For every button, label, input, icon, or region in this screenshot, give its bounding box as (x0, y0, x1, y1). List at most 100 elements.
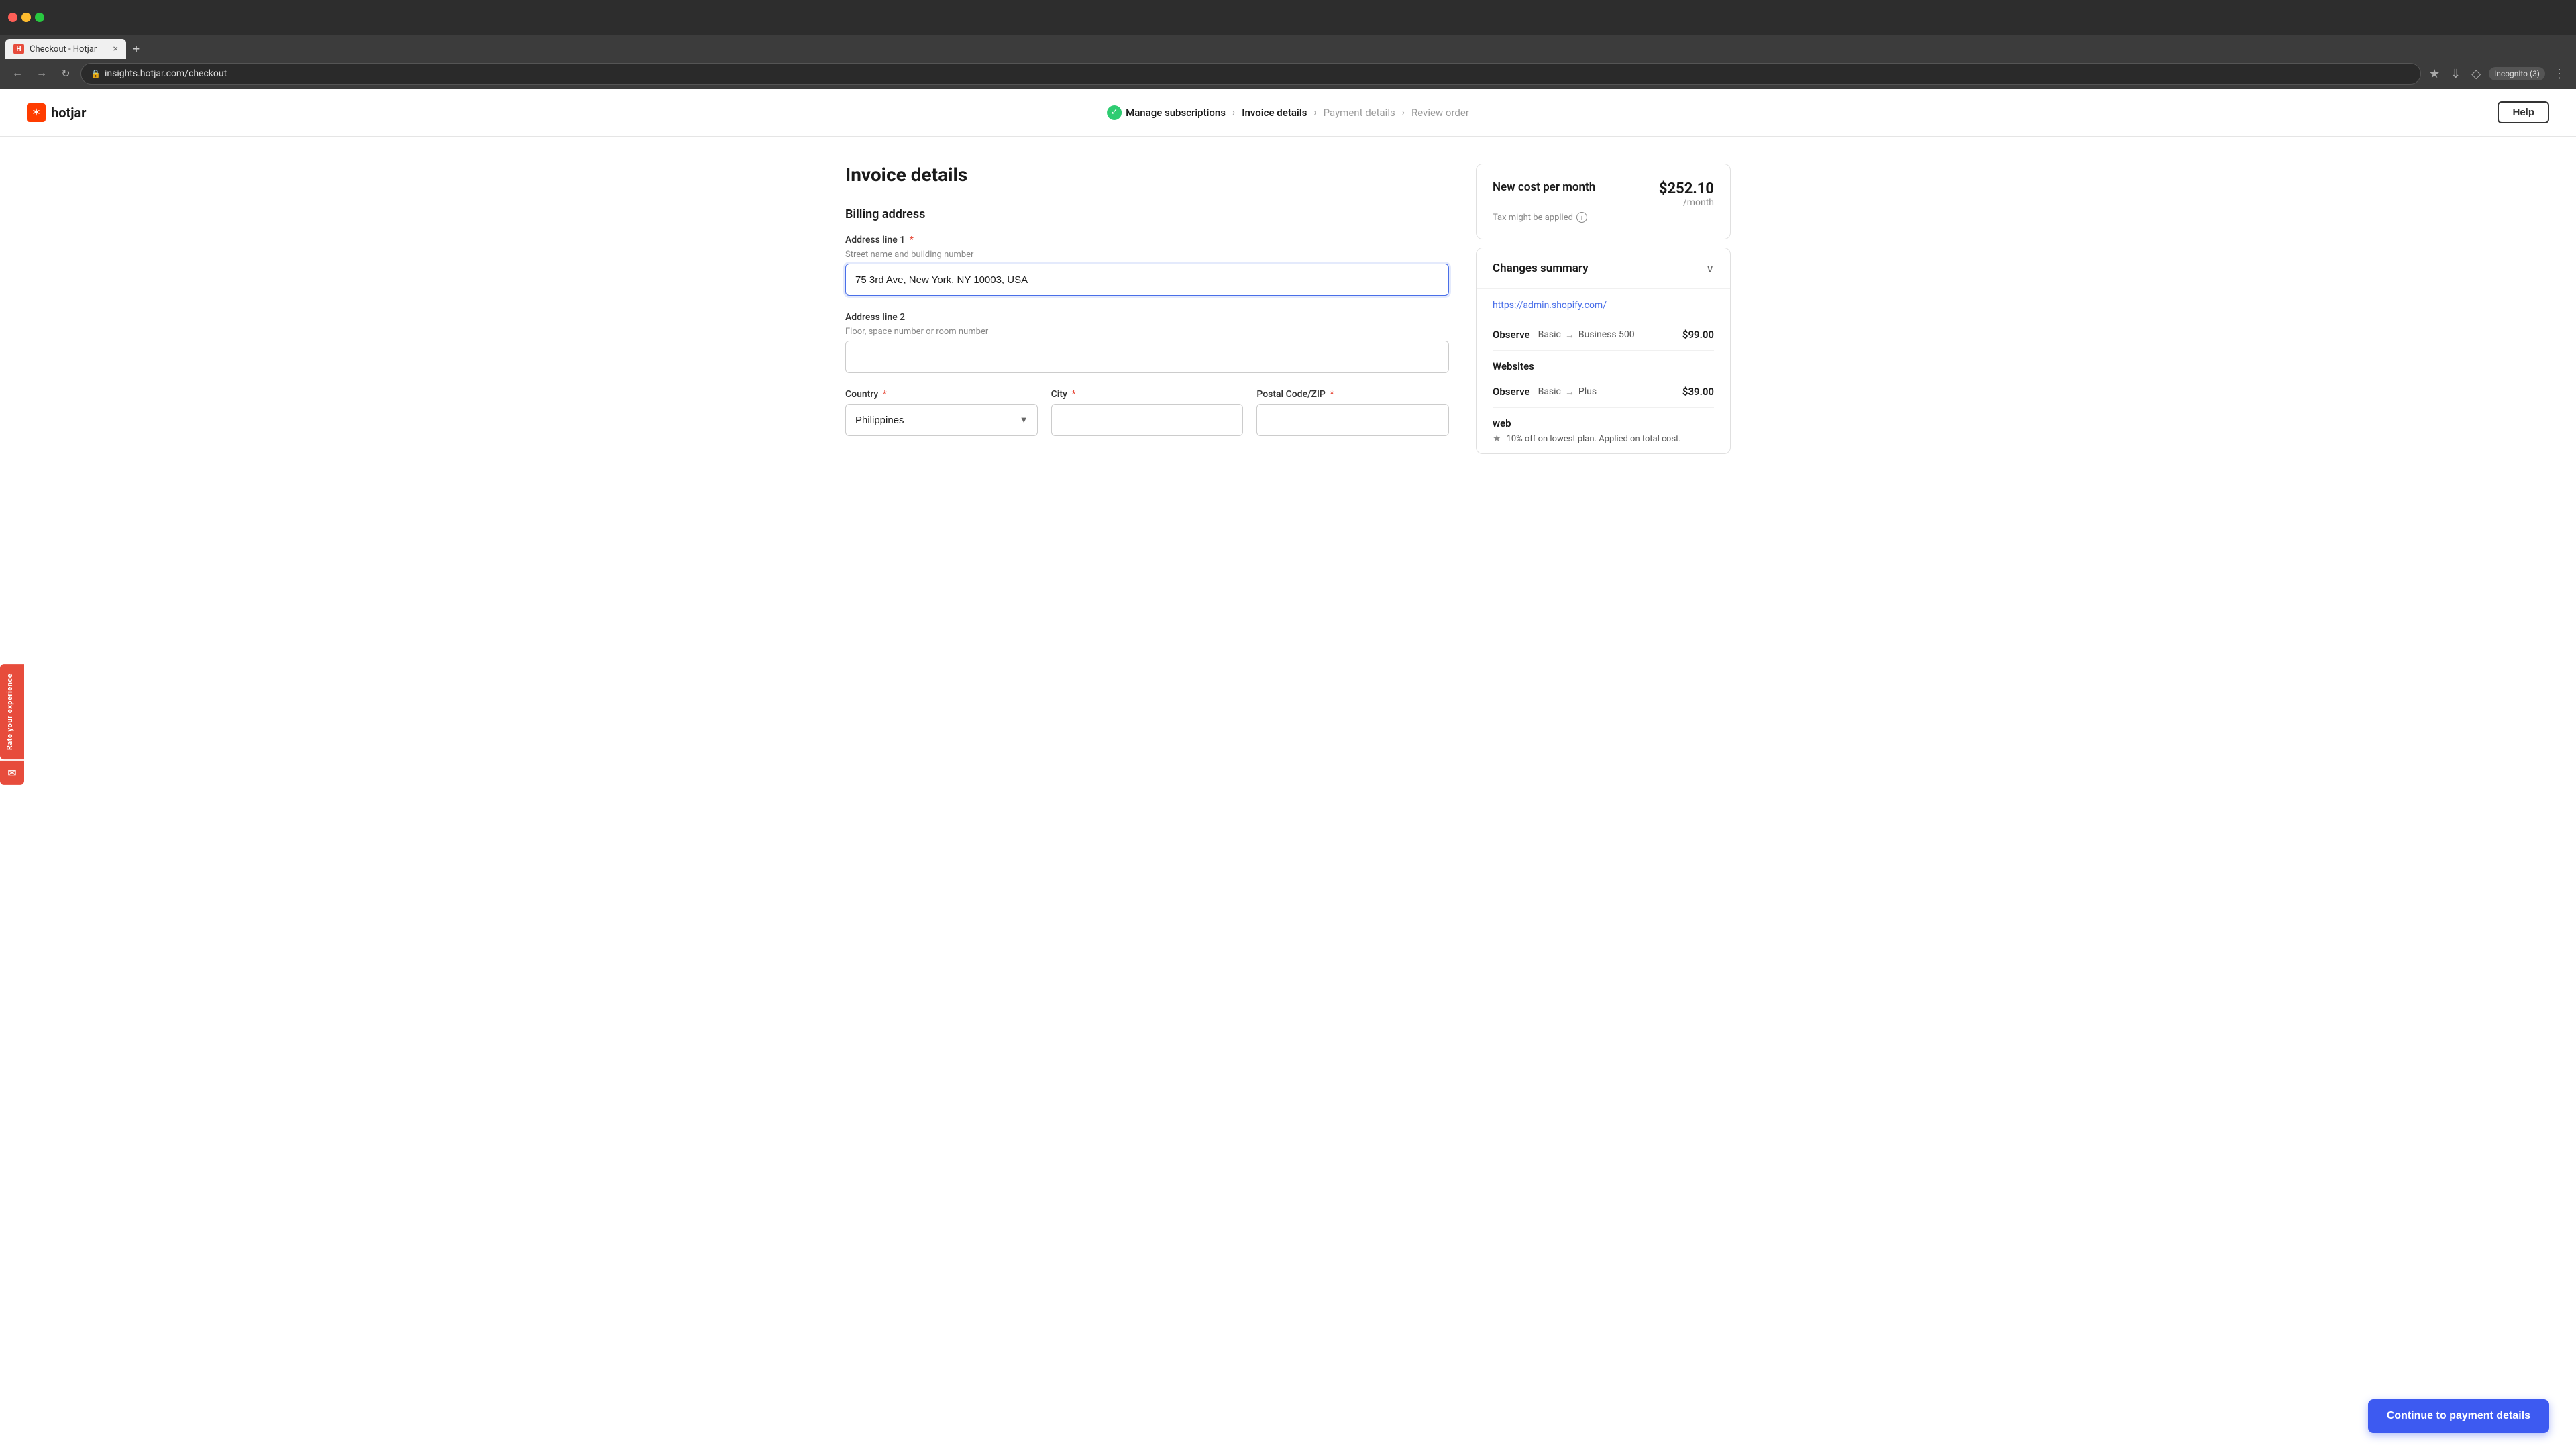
address-url: insights.hotjar.com/checkout (105, 68, 227, 79)
country-label: Country * (845, 389, 1038, 400)
tab-title: Checkout - Hotjar (30, 44, 108, 54)
page-header: ✶ hotjar ✓ Manage subscriptions › Invoic… (0, 89, 2576, 137)
forward-button[interactable]: → (32, 64, 51, 83)
discount-text: 10% off on lowest plan. Applied on total… (1507, 434, 1681, 444)
window-maximize-button[interactable] (35, 13, 44, 22)
logo: ✶ hotjar (27, 103, 87, 122)
feedback-emoji-icon[interactable]: ✉ (0, 761, 24, 785)
main-content: Invoice details Billing address Address … (818, 137, 1758, 508)
required-star-city: * (1071, 389, 1075, 400)
changes-header[interactable]: Changes summary ∨ (1477, 248, 1730, 289)
breadcrumb-review-label: Review order (1411, 107, 1469, 119)
invoice-form: Invoice details Billing address Address … (845, 164, 1449, 436)
required-star-country: * (883, 389, 887, 400)
breadcrumb-nav: ✓ Manage subscriptions › Invoice details… (1107, 105, 1469, 120)
postal-col: Postal Code/ZIP * (1256, 389, 1449, 436)
breadcrumb-invoice-details[interactable]: Invoice details (1242, 107, 1307, 119)
address2-label: Address line 2 (845, 312, 1449, 323)
address1-label: Address line 1 * (845, 235, 1449, 246)
sidebar: New cost per month $252.10 /month Tax mi… (1476, 164, 1731, 454)
browser-actions: ★ ⇓ ◇ Incognito (3) ⋮ (2426, 64, 2568, 84)
city-label: City * (1051, 389, 1244, 400)
address2-hint: Floor, space number or room number (845, 327, 1449, 337)
cost-label: New cost per month (1493, 180, 1595, 194)
cost-amount: $252.10 (1659, 180, 1714, 197)
breadcrumb-invoice-label: Invoice details (1242, 107, 1307, 119)
page-title: Invoice details (845, 164, 1449, 186)
arrow-3: › (1402, 107, 1405, 118)
breadcrumb-manage-subscriptions[interactable]: ✓ Manage subscriptions (1107, 105, 1226, 120)
logo-icon: ✶ (27, 103, 46, 122)
discount-icon: ★ (1493, 433, 1501, 444)
help-button[interactable]: Help (2498, 101, 2549, 123)
address2-group: Address line 2 Floor, space number or ro… (845, 312, 1449, 373)
tab-favicon: H (13, 44, 24, 54)
websites-section-title: Websites (1493, 351, 1714, 376)
feedback-label[interactable]: Rate your experience (0, 664, 24, 759)
breadcrumb-manage-label: Manage subscriptions (1126, 107, 1226, 119)
change-item-observe: Observe Basic → Business 500 $99.00 (1493, 319, 1714, 351)
change-item-web-left: Observe Basic → Plus (1493, 386, 1597, 398)
address-bar-row: ← → ↻ 🔒 insights.hotjar.com/checkout ★ ⇓… (0, 59, 2576, 89)
address1-hint: Street name and building number (845, 250, 1449, 260)
country-select[interactable]: Philippines United States United Kingdom (845, 404, 1038, 436)
address1-input[interactable] (845, 264, 1449, 296)
page-wrapper: ✶ hotjar ✓ Manage subscriptions › Invoic… (0, 89, 2576, 1449)
changes-card: Changes summary ∨ https://admin.shopify.… (1476, 248, 1731, 454)
bookmark-icon[interactable]: ★ (2426, 64, 2443, 84)
window-controls[interactable] (8, 13, 44, 22)
changes-title: Changes summary (1493, 262, 1589, 275)
breadcrumb-payment-label: Payment details (1324, 107, 1395, 119)
change-item-observe-web: Observe Basic → Plus $39.00 (1493, 376, 1714, 408)
city-input[interactable] (1051, 404, 1244, 436)
address-bar[interactable]: 🔒 insights.hotjar.com/checkout (80, 63, 2421, 85)
refresh-button[interactable]: ↻ (56, 64, 75, 83)
back-button[interactable]: ← (8, 64, 27, 83)
active-tab[interactable]: H Checkout - Hotjar × (5, 39, 126, 59)
info-icon[interactable]: i (1576, 212, 1587, 223)
change-product-observe: Observe (1493, 329, 1530, 341)
check-icon: ✓ (1107, 105, 1122, 120)
window-close-button[interactable] (8, 13, 17, 22)
arrow-2: › (1313, 107, 1316, 118)
window-minimize-button[interactable] (21, 13, 31, 22)
country-col: Country * Philippines United States Unit… (845, 389, 1038, 436)
change-item-left: Observe Basic → Business 500 (1493, 329, 1635, 341)
required-star-postal: * (1330, 389, 1334, 400)
tab-close-button[interactable]: × (113, 44, 118, 54)
continue-to-payment-button[interactable]: Continue to payment details (2368, 1399, 2549, 1433)
lock-icon: 🔒 (91, 69, 101, 78)
breadcrumb-payment-details[interactable]: Payment details (1324, 107, 1395, 119)
change-site-url[interactable]: https://admin.shopify.com/ (1493, 289, 1714, 319)
address1-group: Address line 1 * Street name and buildin… (845, 235, 1449, 296)
discount-info: ★ 10% off on lowest plan. Applied on tot… (1493, 433, 1714, 453)
per-month-label: /month (1659, 197, 1714, 208)
location-row: Country * Philippines United States Unit… (845, 389, 1449, 436)
menu-icon[interactable]: ⋮ (2551, 64, 2568, 84)
breadcrumb-review-order[interactable]: Review order (1411, 107, 1469, 119)
cost-amount-block: $252.10 /month (1659, 180, 1714, 208)
change-price-observe: $99.00 (1682, 329, 1714, 341)
logo-text: hotjar (51, 105, 87, 121)
billing-section-title: Billing address (845, 207, 1449, 221)
postal-input[interactable] (1256, 404, 1449, 436)
address2-input[interactable] (845, 341, 1449, 373)
change-arrow-web: Basic → Plus (1538, 386, 1597, 398)
extensions-icon[interactable]: ◇ (2469, 64, 2483, 84)
cost-header: New cost per month $252.10 /month (1493, 180, 1714, 208)
change-arrow: Basic → Business 500 (1538, 329, 1635, 341)
city-col: City * (1051, 389, 1244, 436)
cost-card: New cost per month $252.10 /month Tax mi… (1476, 164, 1731, 239)
arrow-1: › (1232, 107, 1235, 118)
changes-body: https://admin.shopify.com/ Observe Basic… (1477, 289, 1730, 453)
country-select-wrapper: Philippines United States United Kingdom… (845, 404, 1038, 436)
download-icon[interactable]: ⇓ (2448, 64, 2463, 84)
postal-label: Postal Code/ZIP * (1256, 389, 1449, 400)
browser-title-bar (0, 0, 2576, 35)
new-tab-button[interactable]: + (126, 39, 146, 59)
chevron-down-icon: ∨ (1706, 262, 1714, 275)
incognito-badge[interactable]: Incognito (3) (2489, 67, 2545, 80)
required-star: * (910, 235, 914, 246)
web-name: web (1493, 408, 1714, 433)
tab-bar: H Checkout - Hotjar × + (0, 35, 2576, 59)
